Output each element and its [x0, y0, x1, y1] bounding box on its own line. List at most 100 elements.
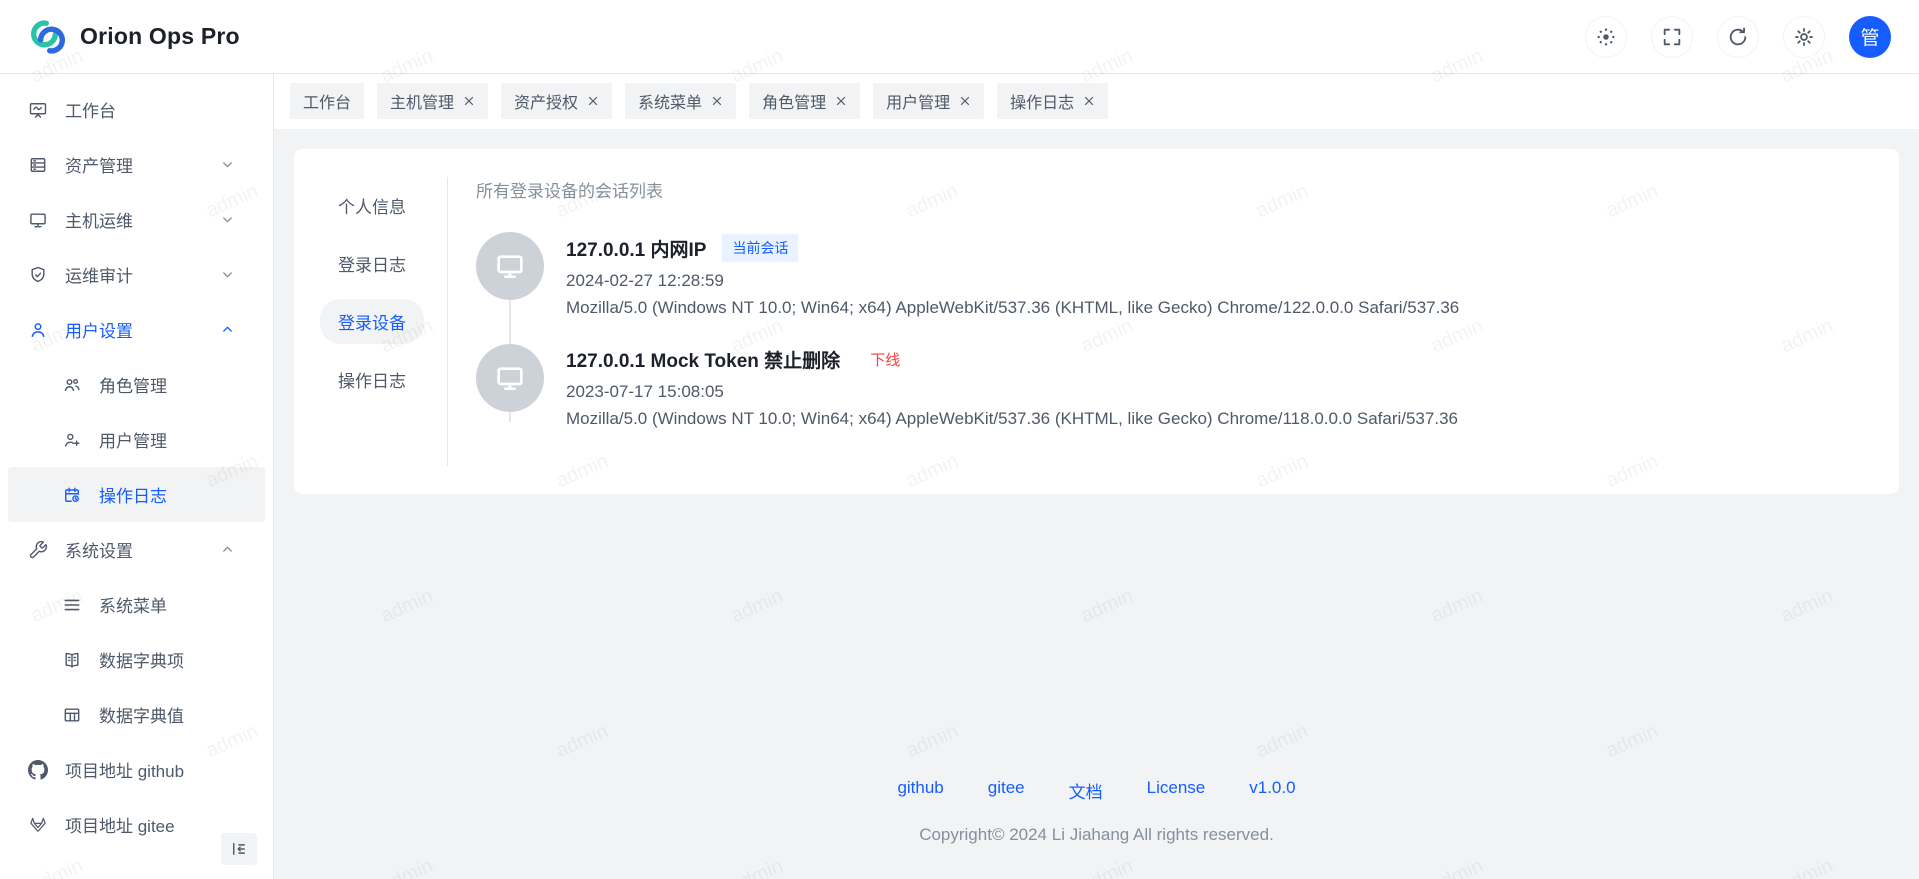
sidebar-item-audit[interactable]: 运维审计	[0, 247, 273, 302]
sidebar: 工作台 资产管理	[0, 74, 274, 879]
roles-icon	[62, 375, 82, 395]
header-actions: 管	[1585, 16, 1891, 58]
footer-link-license[interactable]: License	[1147, 778, 1206, 803]
close-icon[interactable]	[1083, 95, 1095, 107]
user-icon	[28, 320, 48, 340]
sidebar-item-role-management[interactable]: 角色管理	[0, 357, 273, 412]
audit-shield-icon	[28, 265, 48, 285]
sidebar-item-workbench[interactable]: 工作台	[0, 82, 273, 137]
session-title: 127.0.0.1 内网IP	[566, 235, 706, 262]
sidebar-collapse-button[interactable]	[221, 833, 257, 865]
orion-logo-icon	[28, 17, 68, 57]
close-icon[interactable]	[835, 95, 847, 107]
close-icon[interactable]	[587, 95, 599, 107]
close-icon[interactable]	[959, 95, 971, 107]
session-title: 127.0.0.1 Mock Token 禁止删除	[566, 346, 840, 373]
footer-link-gitee[interactable]: gitee	[988, 778, 1025, 803]
profile-nav-personal-info[interactable]: 个人信息	[320, 183, 424, 228]
sidebar-item-user-management[interactable]: 用户管理	[0, 412, 273, 467]
menu-lines-icon	[62, 595, 82, 615]
force-offline-link[interactable]: 下线	[870, 349, 900, 370]
sidebar-item-operation-log[interactable]: 操作日志	[8, 467, 265, 522]
tab-label: 工作台	[303, 89, 351, 113]
sidebar-item-label: 运维审计	[65, 262, 133, 287]
footer-link-github[interactable]: github	[897, 778, 943, 803]
tab-role-management[interactable]: 角色管理	[749, 83, 860, 119]
sidebar-item-host-ops[interactable]: 主机运维	[0, 192, 273, 247]
session-entry: 127.0.0.1 内网IP 当前会话 2024-02-27 12:28:59 …	[476, 232, 1873, 318]
session-time: 2023-07-17 15:08:05	[566, 382, 1458, 402]
profile-nav: 个人信息 登录日志 登录设备 操作日志	[320, 177, 448, 466]
user-avatar[interactable]: 管	[1849, 16, 1891, 58]
tab-label: 资产授权	[514, 89, 578, 113]
sidebar-item-dict-value[interactable]: 数据字典值	[0, 687, 273, 742]
device-avatar	[476, 232, 544, 300]
close-icon[interactable]	[711, 95, 723, 107]
tab-label: 主机管理	[390, 89, 454, 113]
tab-operation-log[interactable]: 操作日志	[997, 83, 1108, 119]
main-area: 工作台 主机管理 资产授权 系统菜单 角色管理	[274, 74, 1919, 879]
theme-toggle-button[interactable]	[1585, 16, 1627, 58]
table-icon	[62, 705, 82, 725]
gear-icon	[1793, 26, 1815, 48]
tab-system-menu[interactable]: 系统菜单	[625, 83, 736, 119]
sidebar-item-label: 用户设置	[65, 317, 133, 342]
sidebar-item-label: 系统菜单	[99, 592, 167, 617]
device-avatar	[476, 344, 544, 412]
sidebar-item-label: 工作台	[65, 97, 116, 122]
tab-asset-authorization[interactable]: 资产授权	[501, 83, 612, 119]
sidebar-item-label: 角色管理	[99, 372, 167, 397]
sidebar-item-system-settings[interactable]: 系统设置	[0, 522, 273, 577]
profile-nav-operation-log[interactable]: 操作日志	[320, 357, 424, 402]
session-time: 2024-02-27 12:28:59	[566, 271, 1459, 291]
refresh-button[interactable]	[1717, 16, 1759, 58]
tab-host-management[interactable]: 主机管理	[377, 83, 488, 119]
tab-label: 操作日志	[1010, 89, 1074, 113]
session-entry: 127.0.0.1 Mock Token 禁止删除 下线 2023-07-17 …	[476, 344, 1873, 429]
close-icon[interactable]	[463, 95, 475, 107]
sidebar-item-label: 主机运维	[65, 207, 133, 232]
sun-icon	[1595, 26, 1617, 48]
open-book-icon	[62, 650, 82, 670]
tab-workbench[interactable]: 工作台	[290, 83, 364, 119]
profile-nav-login-devices[interactable]: 登录设备	[320, 299, 424, 344]
monitor-icon	[494, 362, 526, 394]
profile-nav-login-log[interactable]: 登录日志	[320, 241, 424, 286]
app-logo[interactable]: Orion Ops Pro	[28, 17, 240, 57]
wrench-icon	[28, 540, 48, 560]
sidebar-item-user-settings[interactable]: 用户设置	[0, 302, 273, 357]
fullscreen-button[interactable]	[1651, 16, 1693, 58]
tab-label: 用户管理	[886, 89, 950, 113]
sidebar-item-github[interactable]: 项目地址 github	[0, 742, 273, 797]
refresh-icon	[1727, 26, 1749, 48]
menu-fold-icon	[230, 840, 248, 858]
copyright-text: Copyright© 2024 Li Jiahang All rights re…	[294, 825, 1899, 845]
sidebar-item-label: 操作日志	[99, 482, 167, 507]
sidebar-item-label: 项目地址 github	[65, 757, 184, 782]
workbench-icon	[28, 100, 48, 120]
sidebar-item-label: 项目地址 gitee	[65, 812, 175, 837]
sidebar-item-label: 用户管理	[99, 427, 167, 452]
footer-link-version[interactable]: v1.0.0	[1249, 778, 1295, 803]
settings-button[interactable]	[1783, 16, 1825, 58]
calendar-clock-icon	[62, 485, 82, 505]
github-icon	[28, 760, 48, 780]
chevron-up-icon	[220, 542, 235, 557]
sidebar-item-assets[interactable]: 资产管理	[0, 137, 273, 192]
sidebar-item-dict-key[interactable]: 数据字典项	[0, 632, 273, 687]
sidebar-item-system-menu[interactable]: 系统菜单	[0, 577, 273, 632]
chevron-down-icon	[220, 212, 235, 227]
sidebar-item-label: 资产管理	[65, 152, 133, 177]
sidebar-item-label: 数据字典项	[99, 647, 184, 672]
session-user-agent: Mozilla/5.0 (Windows NT 10.0; Win64; x64…	[566, 409, 1458, 429]
chevron-down-icon	[220, 267, 235, 282]
tab-user-management[interactable]: 用户管理	[873, 83, 984, 119]
tab-bar: 工作台 主机管理 资产授权 系统菜单 角色管理	[274, 74, 1919, 129]
footer-link-docs[interactable]: 文档	[1069, 778, 1103, 803]
current-session-badge: 当前会话	[722, 234, 798, 262]
fullscreen-icon	[1661, 26, 1683, 48]
page-footer: github gitee 文档 License v1.0.0 Copyright…	[294, 768, 1899, 859]
host-ops-icon	[28, 210, 48, 230]
monitor-icon	[494, 250, 526, 282]
sidebar-item-label: 数据字典值	[99, 702, 184, 727]
